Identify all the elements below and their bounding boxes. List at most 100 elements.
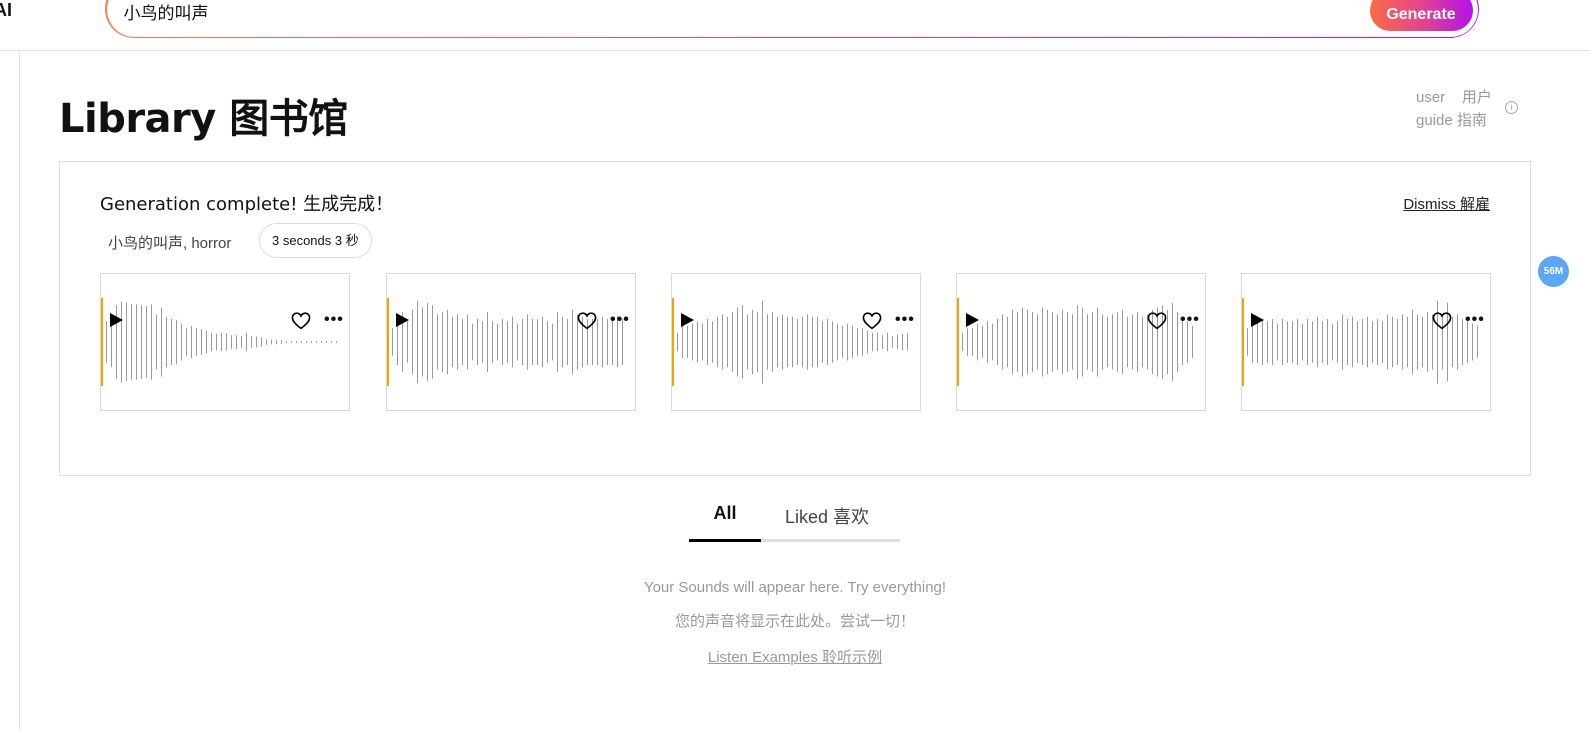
guide-text: guide 指南	[1416, 112, 1487, 129]
waveform-bar	[897, 335, 898, 349]
generation-title: Generation complete! 生成完成！	[100, 194, 394, 215]
tab-liked[interactable]: Liked 喜欢	[785, 503, 869, 529]
tab-all[interactable]: All	[689, 503, 761, 542]
waveform-bar	[902, 333, 903, 351]
prompt-input[interactable]	[123, 1, 1324, 22]
waveform-bar	[266, 339, 267, 345]
page-title: Library 图书馆	[59, 96, 348, 142]
waveform-bar	[226, 333, 227, 351]
play-icon[interactable]	[964, 312, 980, 328]
card-controls: •••	[671, 312, 921, 332]
waveform-bar	[281, 340, 282, 344]
waveform-bar	[392, 328, 393, 356]
waveform-bar	[301, 341, 302, 343]
waveform-bar	[316, 341, 317, 343]
heart-icon[interactable]	[577, 312, 597, 330]
play-icon[interactable]	[1249, 312, 1265, 328]
waveform-bar	[877, 332, 878, 352]
waveform-bar	[271, 339, 272, 345]
waveform-bar	[306, 341, 307, 343]
waveform[interactable]	[957, 274, 1205, 410]
heart-icon[interactable]	[1432, 312, 1452, 330]
sound-card-waveform[interactable]	[956, 273, 1206, 411]
logo[interactable]: AI	[0, 0, 12, 21]
waveform-bar	[311, 341, 312, 343]
waveform-bar	[186, 328, 187, 356]
waveform-bar	[321, 341, 322, 343]
library-tabs: All Liked 喜欢	[689, 500, 900, 542]
guide-text: user 用户	[1416, 89, 1492, 106]
sound-card-waveform[interactable]	[1241, 273, 1491, 411]
sound-card-waveform[interactable]	[100, 273, 350, 411]
waveform-bar	[892, 336, 893, 348]
sound-card-waveform[interactable]	[386, 273, 636, 411]
play-icon[interactable]	[679, 312, 695, 328]
waveform-bar	[276, 339, 277, 345]
sound-card-waveform[interactable]	[671, 273, 921, 411]
prompt-text: 小鸟的叫声, horror	[108, 235, 232, 252]
waveform-bar	[206, 330, 207, 354]
generation-panel: Generation complete! 生成完成！ Dismiss 解雇 小鸟…	[59, 161, 1531, 476]
memory-badge[interactable]: 56M	[1538, 256, 1569, 287]
card-controls: •••	[386, 312, 636, 332]
empty-message-cn: 您的声音将显示在此处。尝试一切！	[674, 613, 915, 630]
more-options-icon[interactable]: •••	[324, 312, 344, 328]
waveform-bar	[196, 328, 197, 356]
listen-examples-label[interactable]: Listen Examples 聆听示例	[708, 649, 882, 666]
waveform[interactable]	[387, 274, 635, 410]
waveform[interactable]	[101, 274, 349, 410]
user-guide-link[interactable]: user 用户 guide 指南	[1416, 86, 1506, 132]
waveform-bar	[677, 332, 678, 352]
waveform-bar	[857, 328, 858, 356]
waveform-bar	[291, 341, 292, 343]
more-options-icon[interactable]: •••	[610, 312, 630, 328]
waveform-bar	[201, 329, 202, 355]
waveform[interactable]	[672, 274, 920, 410]
waveform-bar	[962, 332, 963, 352]
waveform-bar	[967, 328, 968, 356]
waveform-bar	[231, 335, 232, 349]
waveform-bar	[972, 328, 973, 356]
waveform-bar	[882, 335, 883, 349]
waveform-bar	[1247, 328, 1248, 356]
generate-button[interactable]: Generate	[1369, 0, 1473, 31]
waveform-bar	[246, 332, 247, 352]
card-controls: •••	[1241, 312, 1491, 332]
more-options-icon[interactable]: •••	[1465, 312, 1485, 328]
play-icon[interactable]	[394, 312, 410, 328]
waveform-bar	[211, 332, 212, 352]
duration-chip: 3 seconds 3 秒	[259, 223, 372, 258]
dismiss-link[interactable]: Dismiss 解雇	[1403, 193, 1490, 214]
more-options-icon[interactable]: •••	[895, 312, 915, 328]
listen-examples-link[interactable]: Listen Examples 聆听示例	[0, 646, 1590, 667]
empty-message: Your Sounds will appear here. Try everyt…	[643, 579, 947, 596]
card-controls: •••	[956, 312, 1206, 332]
more-options-icon[interactable]: •••	[1180, 312, 1200, 328]
waveform-bar	[862, 328, 863, 356]
waveform-bar	[251, 336, 252, 348]
waveform-bar	[326, 341, 327, 343]
waveform-bar	[261, 337, 262, 347]
play-icon[interactable]	[108, 312, 124, 328]
waveform-bar	[872, 332, 873, 352]
top-bar: AI Generate	[0, 0, 1590, 51]
card-controls: •••	[100, 312, 350, 332]
heart-icon[interactable]	[862, 312, 882, 330]
search-bar: Generate	[105, 0, 1479, 38]
heart-icon[interactable]	[291, 312, 311, 330]
waveform-bar	[336, 341, 337, 343]
info-icon[interactable]: i	[1505, 101, 1518, 114]
waveform-bar	[236, 335, 237, 349]
waveform-bar	[216, 333, 217, 351]
waveform-bar	[221, 332, 222, 352]
heart-icon[interactable]	[1147, 312, 1167, 330]
waveform-bar	[907, 333, 908, 351]
waveform-bar	[867, 330, 868, 354]
waveform[interactable]	[1242, 274, 1490, 410]
waveform-bar	[256, 336, 257, 348]
waveform-bar	[286, 341, 287, 343]
waveform-bar	[331, 341, 332, 343]
waveform-bar	[887, 332, 888, 352]
waveform-bar	[241, 336, 242, 348]
waveform-bar	[296, 341, 297, 343]
